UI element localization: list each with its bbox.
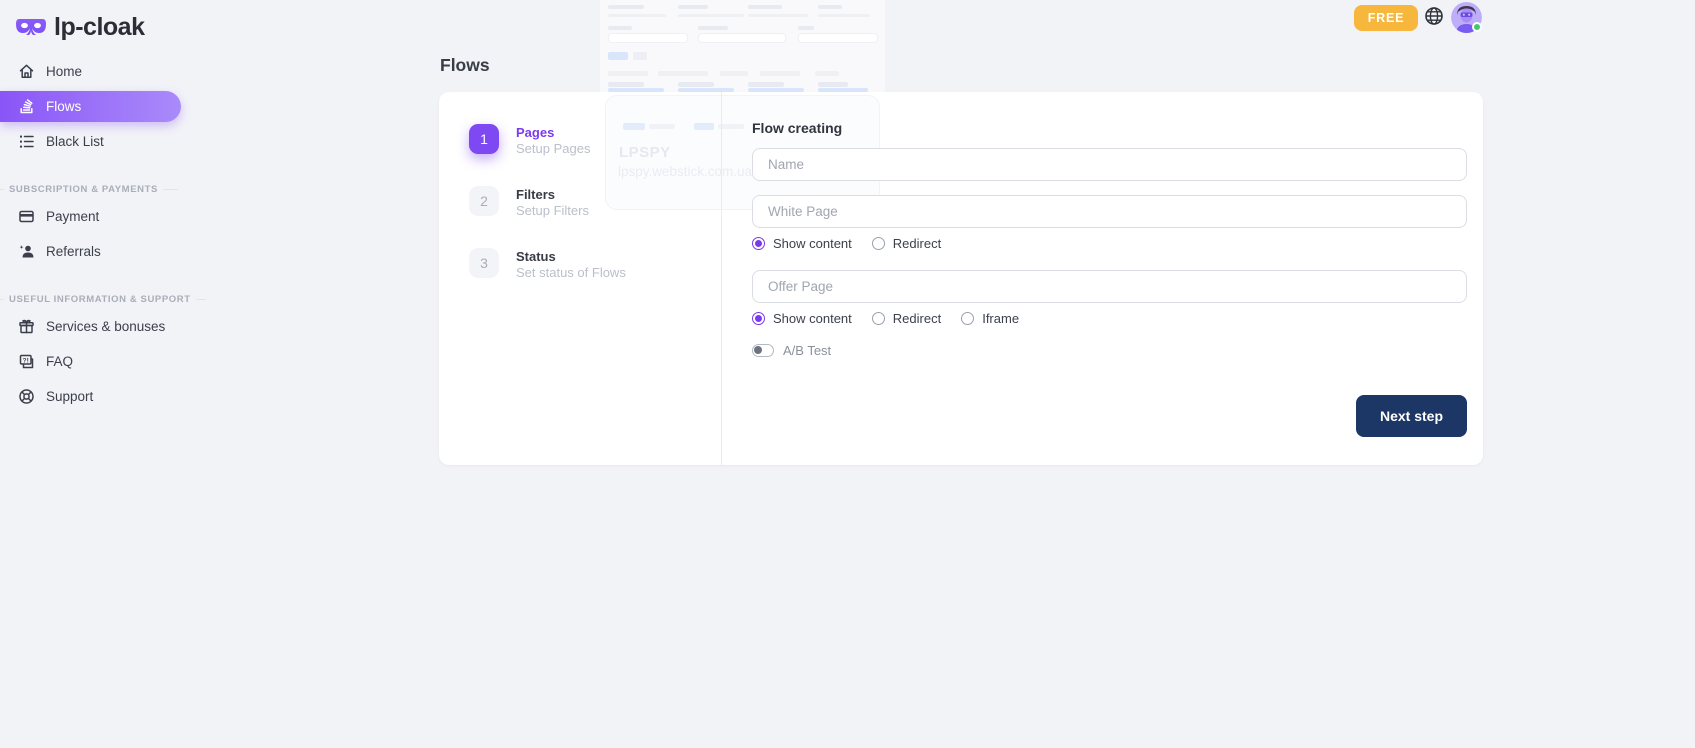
ghost-background-page (600, 0, 885, 92)
white-page-show-content-option[interactable]: Show content (752, 236, 852, 251)
sidebar: lp-cloak Home Flows (0, 0, 182, 748)
plan-badge-free[interactable]: FREE (1354, 5, 1418, 31)
referrals-icon (18, 243, 35, 260)
sidebar-item-flows[interactable]: Flows (0, 91, 181, 122)
credit-card-icon (18, 208, 35, 225)
faq-icon: ?! (18, 353, 35, 370)
sidebar-nav: Home Flows (0, 56, 182, 412)
step-subtitle: Set status of Flows (516, 265, 626, 280)
sidebar-item-referrals[interactable]: Referrals (0, 236, 182, 267)
radio-unchecked-icon (872, 312, 885, 325)
gift-icon (18, 318, 35, 335)
sidebar-item-faq[interactable]: ?! FAQ (0, 346, 182, 377)
sidebar-item-support[interactable]: Support (0, 381, 182, 412)
offer-page-iframe-option[interactable]: Iframe (961, 311, 1019, 326)
sidebar-item-payment[interactable]: Payment (0, 201, 182, 232)
language-globe-icon[interactable] (1424, 6, 1444, 26)
step-number-badge: 2 (469, 186, 499, 216)
next-step-button[interactable]: Next step (1356, 395, 1467, 437)
online-status-dot (1472, 22, 1482, 32)
flow-name-input[interactable] (752, 148, 1467, 181)
sidebar-item-label: FAQ (46, 354, 73, 369)
flows-icon (18, 98, 35, 115)
flow-creating-card: LPSPY lpspy.webstick.com.ua 1 Pages Setu… (439, 92, 1483, 465)
offer-page-mode-options: Show content Redirect Iframe (752, 311, 1467, 325)
card-divider (721, 92, 722, 465)
support-icon (18, 388, 35, 405)
sidebar-item-label: Black List (46, 134, 104, 149)
toggle-knob (754, 346, 762, 354)
offer-page-show-content-option[interactable]: Show content (752, 311, 852, 326)
ab-test-toggle-row[interactable]: A/B Test (752, 343, 1467, 357)
step-title: Status (516, 249, 556, 264)
white-page-redirect-option[interactable]: Redirect (872, 236, 941, 251)
radio-checked-icon (752, 312, 765, 325)
sidebar-item-home[interactable]: Home (0, 56, 182, 87)
step-title: Pages (516, 125, 554, 140)
offer-page-input[interactable] (752, 270, 1467, 303)
svg-text:?!: ?! (23, 357, 29, 364)
section-label-subscription: SUBSCRIPTION & PAYMENTS (0, 183, 182, 195)
step-subtitle: Setup Pages (516, 141, 590, 156)
home-icon (18, 63, 35, 80)
user-avatar[interactable] (1451, 2, 1482, 33)
radio-checked-icon (752, 237, 765, 250)
sidebar-item-label: Payment (46, 209, 99, 224)
flow-creating-form: Flow creating Show content Redirect Show… (752, 92, 1467, 437)
sidebar-item-label: Flows (46, 99, 81, 114)
ghost-site-title: LPSPY (619, 144, 671, 161)
white-page-input[interactable] (752, 195, 1467, 228)
sidebar-item-label: Referrals (46, 244, 101, 259)
section-label-useful-info: USEFUL INFORMATION & SUPPORT (0, 293, 182, 305)
sidebar-item-label: Support (46, 389, 93, 404)
step-number-badge: 1 (469, 124, 499, 154)
step-title: Filters (516, 187, 555, 202)
offer-page-redirect-option[interactable]: Redirect (872, 311, 941, 326)
sidebar-item-black-list[interactable]: Black List (0, 126, 182, 157)
ab-test-toggle[interactable] (752, 344, 774, 357)
radio-unchecked-icon (961, 312, 974, 325)
logo-text: lp-cloak (54, 13, 144, 42)
step-subtitle: Setup Filters (516, 203, 589, 218)
page-title: Flows (440, 55, 490, 76)
sidebar-item-label: Services & bonuses (46, 319, 165, 334)
app-logo[interactable]: lp-cloak (0, 0, 182, 44)
black-list-icon (18, 133, 35, 150)
sidebar-item-label: Home (46, 64, 82, 79)
ab-test-label: A/B Test (783, 343, 831, 358)
white-page-mode-options: Show content Redirect (752, 236, 1467, 250)
form-title: Flow creating (752, 120, 1467, 136)
mask-logo-icon (16, 17, 46, 38)
radio-unchecked-icon (872, 237, 885, 250)
sidebar-item-services-bonuses[interactable]: Services & bonuses (0, 311, 182, 342)
ghost-site-domain: lpspy.webstick.com.ua (618, 164, 752, 179)
step-number-badge: 3 (469, 248, 499, 278)
